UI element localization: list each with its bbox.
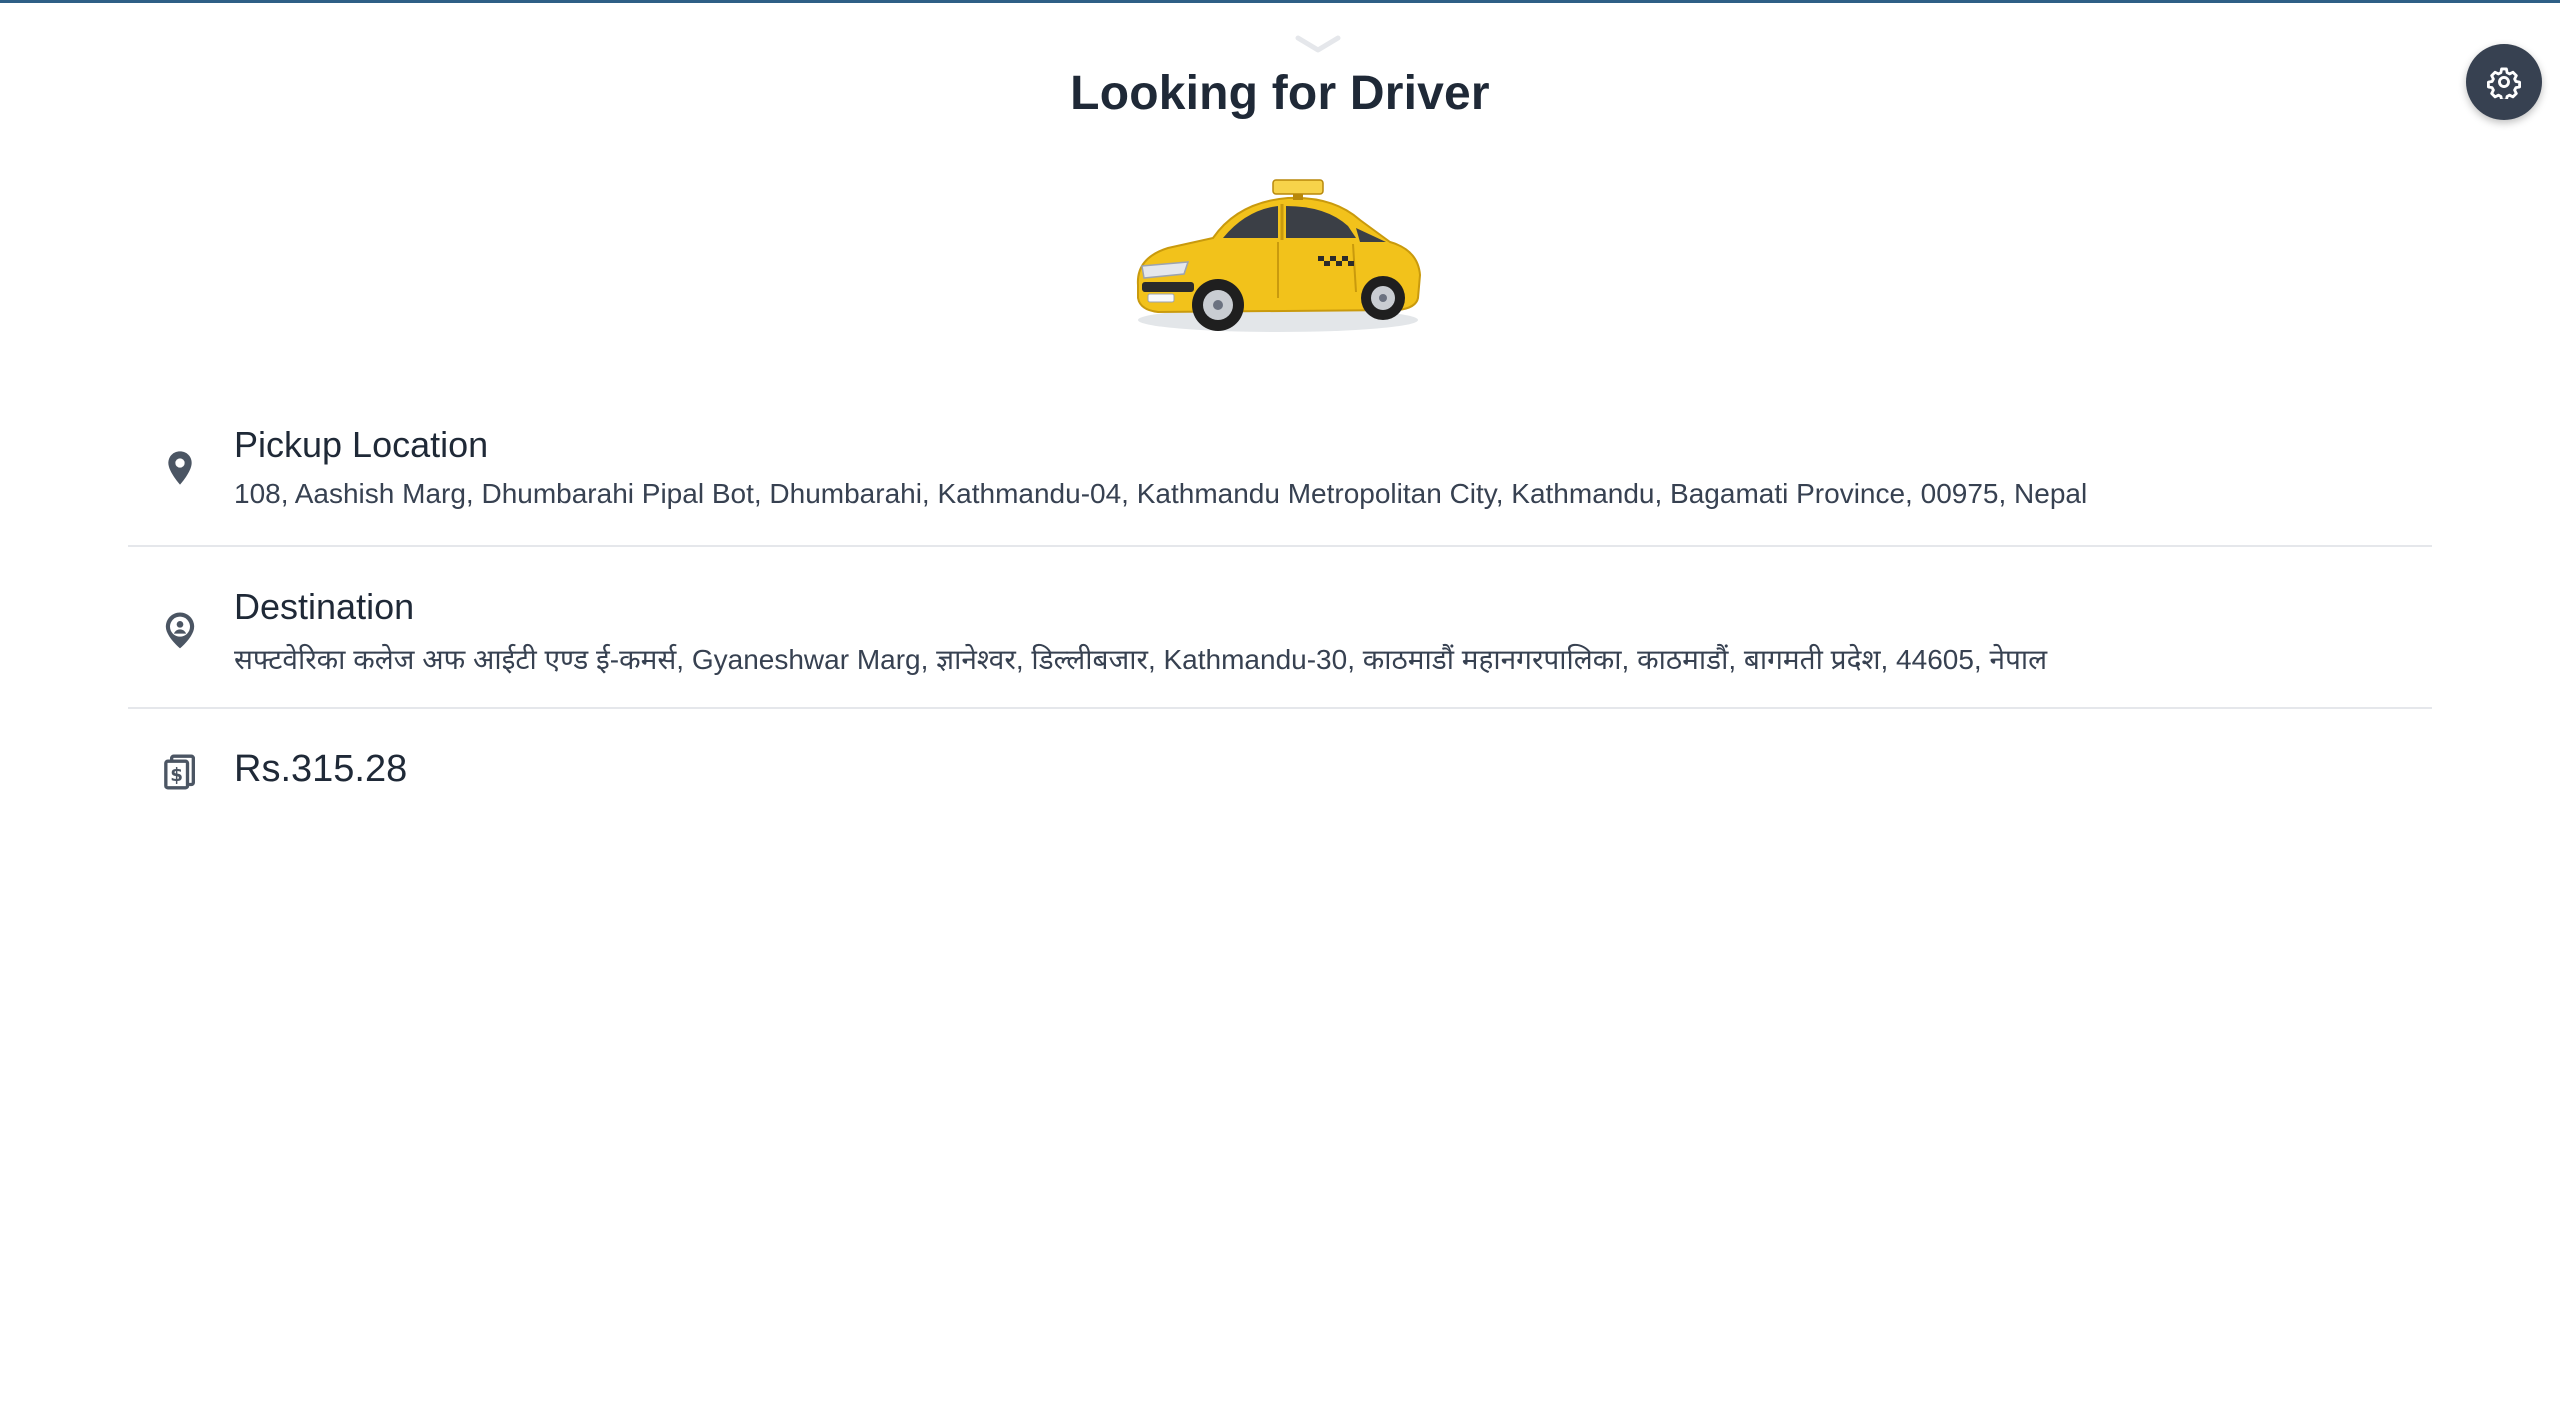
svg-text:$: $ xyxy=(170,765,183,786)
pickup-address: 108, Aashish Marg, Dhumbarahi Pipal Bot,… xyxy=(234,478,2088,509)
map-pin-icon xyxy=(168,451,192,485)
fare-amount: Rs.315.28 xyxy=(234,748,408,790)
receipt-money-icon: $ xyxy=(164,754,195,790)
destination-row: Destination सफ्टवेरिका कलेज अफ आईटी एण्ड… xyxy=(128,582,2432,702)
top-border xyxy=(0,0,2560,3)
fare-row: $ Rs.315.28 xyxy=(128,744,2432,824)
destination-heading: Destination xyxy=(234,586,415,627)
pickup-row: Pickup Location 108, Aashish Marg, Dhumb… xyxy=(128,420,2432,540)
pickup-heading: Pickup Location xyxy=(234,424,489,465)
gear-icon xyxy=(2487,67,2521,99)
divider xyxy=(128,545,2432,547)
page-title: Looking for Driver xyxy=(1070,67,1490,120)
user-pin-icon xyxy=(165,612,195,649)
destination-address: सफ्टवेरिका कलेज अफ आईटी एण्ड ई-कमर्स, Gy… xyxy=(234,644,2048,675)
settings-button[interactable] xyxy=(2466,44,2542,120)
divider xyxy=(128,707,2432,709)
taxi-image xyxy=(1136,179,1422,332)
chevron-down-icon[interactable] xyxy=(1294,34,1342,56)
